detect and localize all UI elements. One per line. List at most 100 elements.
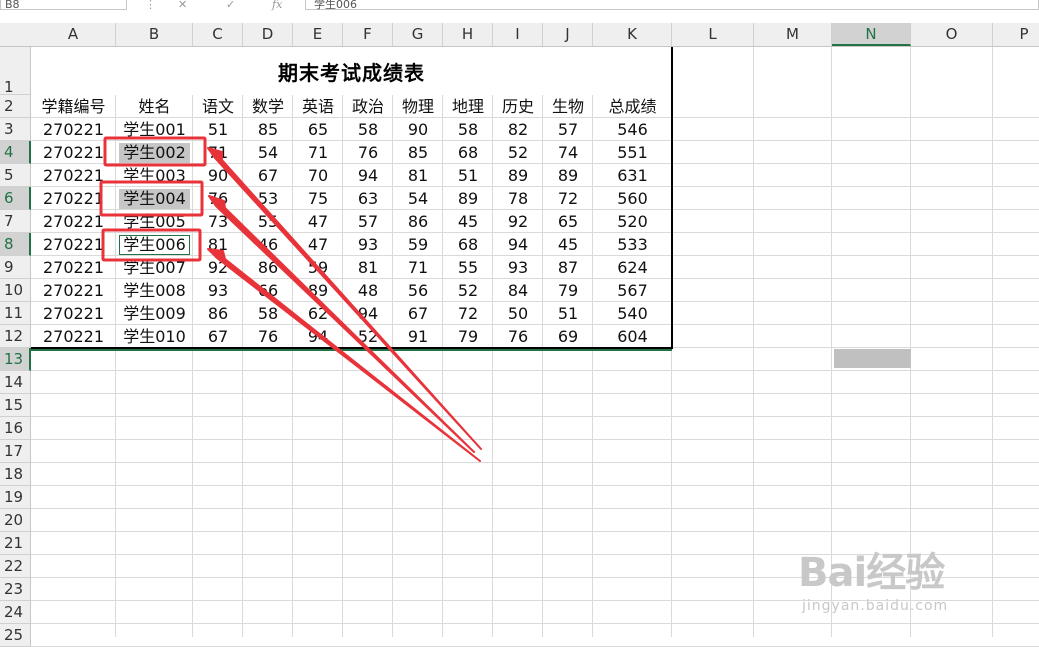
data-cell[interactable]: 270221 (31, 302, 116, 325)
row-header-20[interactable]: 20 (0, 509, 31, 532)
row-header-5[interactable]: 5 (0, 164, 31, 187)
data-cell[interactable]: 59 (393, 233, 443, 256)
selected-cell-N13[interactable] (834, 349, 911, 368)
data-cell[interactable]: 270221 (31, 118, 116, 141)
data-cell[interactable]: 89 (543, 164, 593, 187)
data-cell[interactable]: 624 (593, 256, 672, 279)
row-header-4[interactable]: 4 (0, 141, 31, 164)
row-header-19[interactable]: 19 (0, 486, 31, 509)
header-cell[interactable]: 学籍编号 (31, 95, 116, 118)
data-cell[interactable]: 81 (343, 256, 393, 279)
data-cell[interactable]: 79 (543, 279, 593, 302)
data-cell[interactable]: 76 (193, 187, 243, 210)
row-header-24[interactable]: 24 (0, 601, 31, 624)
data-cell[interactable]: 94 (343, 302, 393, 325)
data-cell[interactable]: 89 (493, 164, 543, 187)
column-header-C[interactable]: C (193, 23, 243, 46)
column-header-K[interactable]: K (593, 23, 672, 46)
formula-input[interactable]: 学生006 (305, 0, 1039, 10)
data-cell[interactable]: 89 (443, 187, 493, 210)
data-cell[interactable]: 73 (193, 210, 243, 233)
data-cell[interactable]: 91 (393, 325, 443, 348)
column-header-H[interactable]: H (443, 23, 493, 46)
data-cell[interactable]: 270221 (31, 164, 116, 187)
data-cell[interactable]: 69 (543, 325, 593, 348)
data-cell[interactable]: 46 (243, 233, 293, 256)
column-header-E[interactable]: E (293, 23, 343, 46)
data-cell[interactable]: 52 (443, 279, 493, 302)
row-header-15[interactable]: 15 (0, 394, 31, 417)
data-cell[interactable]: 71 (293, 141, 343, 164)
data-cell[interactable]: 92 (493, 210, 543, 233)
data-cell[interactable]: 53 (243, 187, 293, 210)
data-cell[interactable]: 56 (393, 279, 443, 302)
header-cell[interactable]: 生物 (543, 95, 593, 118)
row-header-25[interactable]: 25 (0, 624, 31, 647)
column-header-F[interactable]: F (343, 23, 393, 46)
header-cell[interactable]: 数学 (243, 95, 293, 118)
row-header-13[interactable]: 13 (0, 348, 31, 371)
data-cell[interactable]: 57 (343, 210, 393, 233)
data-cell[interactable]: 76 (243, 325, 293, 348)
data-cell[interactable]: 52 (343, 325, 393, 348)
data-cell[interactable]: 270221 (31, 279, 116, 302)
data-cell[interactable]: 75 (293, 187, 343, 210)
data-cell[interactable]: 65 (543, 210, 593, 233)
data-cell[interactable]: 58 (443, 118, 493, 141)
data-cell[interactable]: 631 (593, 164, 672, 187)
student-name-cell[interactable]: 学生009 (116, 302, 193, 325)
data-cell[interactable]: 270221 (31, 325, 116, 348)
data-cell[interactable]: 92 (193, 256, 243, 279)
header-cell[interactable]: 地理 (443, 95, 493, 118)
row-header-8[interactable]: 8 (0, 233, 31, 256)
data-cell[interactable]: 93 (493, 256, 543, 279)
data-cell[interactable]: 520 (593, 210, 672, 233)
data-cell[interactable]: 72 (543, 187, 593, 210)
data-cell[interactable]: 50 (493, 302, 543, 325)
data-cell[interactable]: 52 (493, 141, 543, 164)
data-cell[interactable]: 45 (443, 210, 493, 233)
data-cell[interactable]: 55 (443, 256, 493, 279)
data-cell[interactable]: 86 (193, 302, 243, 325)
data-cell[interactable]: 86 (243, 256, 293, 279)
data-cell[interactable]: 85 (243, 118, 293, 141)
column-header-L[interactable]: L (672, 23, 754, 46)
column-header-M[interactable]: M (754, 23, 832, 46)
data-cell[interactable]: 81 (193, 233, 243, 256)
student-name-cell[interactable]: 学生005 (116, 210, 193, 233)
data-cell[interactable]: 68 (443, 141, 493, 164)
header-cell[interactable]: 英语 (293, 95, 343, 118)
data-cell[interactable]: 94 (493, 233, 543, 256)
row-header-17[interactable]: 17 (0, 440, 31, 463)
row-header-14[interactable]: 14 (0, 371, 31, 394)
data-cell[interactable]: 71 (193, 141, 243, 164)
header-cell[interactable]: 历史 (493, 95, 543, 118)
data-cell[interactable]: 270221 (31, 210, 116, 233)
data-cell[interactable]: 94 (343, 164, 393, 187)
data-cell[interactable]: 54 (243, 141, 293, 164)
data-cell[interactable]: 62 (293, 302, 343, 325)
data-cell[interactable]: 67 (243, 164, 293, 187)
data-cell[interactable]: 45 (543, 233, 593, 256)
row-header-22[interactable]: 22 (0, 555, 31, 578)
data-cell[interactable]: 84 (493, 279, 543, 302)
row-header-6[interactable]: 6 (0, 187, 31, 210)
data-cell[interactable]: 74 (543, 141, 593, 164)
data-cell[interactable]: 51 (543, 302, 593, 325)
data-cell[interactable]: 79 (443, 325, 493, 348)
data-cell[interactable]: 65 (293, 118, 343, 141)
column-header-N[interactable]: N (832, 23, 911, 46)
data-cell[interactable]: 58 (243, 302, 293, 325)
column-header-D[interactable]: D (243, 23, 293, 46)
data-cell[interactable]: 66 (243, 279, 293, 302)
data-cell[interactable]: 604 (593, 325, 672, 348)
student-name-cell[interactable]: 学生002 (116, 141, 193, 164)
data-cell[interactable]: 94 (293, 325, 343, 348)
data-cell[interactable]: 90 (193, 164, 243, 187)
data-cell[interactable]: 270221 (31, 233, 116, 256)
data-cell[interactable]: 540 (593, 302, 672, 325)
data-cell[interactable]: 59 (293, 256, 343, 279)
data-cell[interactable]: 76 (343, 141, 393, 164)
data-cell[interactable]: 81 (393, 164, 443, 187)
data-cell[interactable]: 533 (593, 233, 672, 256)
